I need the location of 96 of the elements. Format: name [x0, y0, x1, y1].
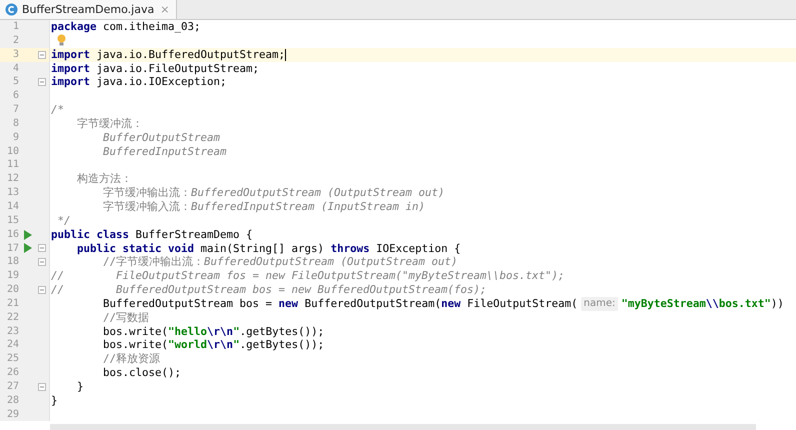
string-literal: bos.txt"	[718, 296, 771, 311]
code-text: BufferedOutputStream bos =	[103, 296, 274, 311]
comment: */	[58, 214, 71, 228]
code-text: BufferStreamDemo {	[136, 228, 253, 242]
comment: // BufferedOutputStream bos = new BufferedOutputStream(fos);	[51, 283, 487, 297]
comment: BufferOutputStream	[103, 130, 220, 145]
keyword: public static void	[77, 242, 194, 256]
editor-tab[interactable]: BufferStreamDemo.java ×	[0, 0, 178, 19]
line-number: 3	[12, 48, 19, 62]
line-number: 23	[6, 324, 19, 338]
line-number: 20	[6, 283, 19, 297]
string-literal: "world	[168, 338, 208, 352]
code-text: java.io.FileOutputStream;	[96, 62, 260, 76]
line-number: 26	[6, 366, 19, 380]
line-number: 21	[6, 296, 19, 311]
fold-icon[interactable]	[38, 78, 46, 86]
fold-icon[interactable]	[38, 244, 46, 252]
comment: BufferedInputStream	[103, 144, 227, 158]
keyword: new	[278, 296, 298, 311]
line-number: 4	[12, 62, 19, 76]
line-number: 25	[6, 352, 19, 366]
class-file-icon	[5, 3, 18, 16]
code-text: ))	[770, 296, 784, 311]
code-text: main(String[] args)	[200, 242, 326, 256]
line-number: 22	[6, 310, 19, 325]
comment: //写数据	[103, 310, 150, 325]
code-text: FileOutputStream(	[467, 296, 578, 311]
line-number: 9	[12, 130, 19, 145]
code-text: java.io.BufferedOutputStream;	[96, 48, 286, 62]
keyword: import	[51, 75, 90, 90]
code-text: java.io.IOException;	[96, 75, 227, 90]
comment: BufferedOutputStream (OutputStream out)	[191, 186, 445, 200]
line-number: 29	[6, 408, 19, 422]
keyword: throws	[330, 242, 370, 256]
line-number: 6	[12, 89, 19, 104]
string-literal: "myByteStream	[621, 296, 706, 311]
text-caret	[285, 48, 286, 61]
code-text: BufferedOutputStream(	[304, 296, 442, 311]
line-number: 16	[6, 228, 19, 242]
line-number: 11	[6, 158, 19, 172]
line-number: 18	[6, 255, 19, 270]
fold-icon[interactable]	[38, 258, 46, 266]
line-number: 15	[6, 214, 19, 228]
comment: BufferedInputStream (InputStream in)	[191, 200, 426, 214]
keyword: import	[51, 62, 90, 76]
line-number: 28	[6, 394, 19, 408]
escape-sequence: \r\n	[207, 324, 234, 338]
line-number: 27	[6, 380, 19, 394]
line-number: 12	[6, 172, 19, 186]
keyword: new	[441, 296, 461, 311]
line-number: 5	[12, 75, 19, 90]
line-number: 13	[6, 186, 19, 200]
string-literal: "hello	[168, 324, 208, 338]
keyword: public class	[51, 228, 130, 242]
escape-sequence: \\	[706, 296, 719, 311]
keyword: import	[51, 48, 90, 62]
comment: 字节缓冲输出流：	[103, 186, 192, 200]
line-number: 8	[12, 116, 19, 131]
string-literal: "	[233, 324, 240, 338]
comment: /*	[51, 103, 64, 117]
comment: // FileOutputStream fos = new FileOutputStream("myByteStream\\bos.txt");	[51, 269, 565, 284]
lightbulb-icon[interactable]	[57, 34, 66, 46]
line-number: 19	[6, 269, 19, 284]
horizontal-scrollbar[interactable]	[50, 424, 756, 430]
string-literal: "	[233, 338, 240, 352]
line-number: 7	[12, 103, 19, 117]
keyword: package	[51, 20, 97, 34]
code-text: }	[77, 380, 84, 394]
comment: BufferedOutputStream (OutputStream out)	[204, 255, 458, 270]
escape-sequence: \r\n	[207, 338, 234, 352]
line-number: 1	[12, 20, 19, 34]
code-text: com.itheima_03;	[103, 20, 201, 34]
fold-icon[interactable]	[38, 382, 46, 391]
line-number: 2	[12, 34, 19, 48]
code-text: IOException {	[376, 242, 461, 256]
code-text: .getBytes());	[240, 338, 324, 352]
comment: //释放资源	[103, 352, 160, 366]
line-number: 10	[6, 144, 19, 158]
tab-title: BufferStreamDemo.java	[22, 3, 154, 16]
fold-icon[interactable]	[38, 286, 46, 294]
line-number: 14	[6, 200, 19, 214]
run-icon[interactable]	[24, 230, 32, 240]
comment: //字节缓冲输出流：	[103, 255, 204, 270]
code-text: .getBytes());	[240, 324, 324, 338]
comment: 构造方法：	[77, 172, 132, 186]
code-text: bos.write(	[103, 324, 168, 338]
fold-icon[interactable]	[38, 50, 46, 59]
line-number: 17	[6, 242, 19, 256]
code-text: bos.close();	[103, 366, 182, 380]
comment: 字节缓冲流：	[77, 116, 144, 131]
comment: 字节缓冲输入流：	[103, 200, 192, 214]
code-text: bos.write(	[103, 338, 168, 352]
run-icon[interactable]	[24, 243, 32, 254]
parameter-hint: name:	[580, 296, 618, 311]
code-text: }	[51, 394, 58, 408]
line-number: 24	[6, 338, 19, 352]
